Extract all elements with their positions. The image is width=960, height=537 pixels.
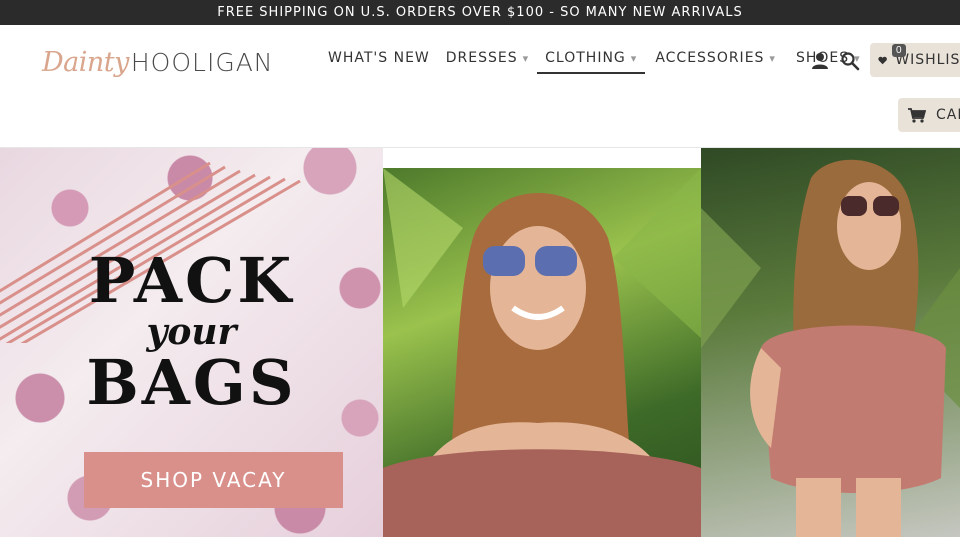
nav-label: CLOTHING: [545, 50, 626, 66]
announcement-bar: FREE SHIPPING ON U.S. ORDERS OVER $100 -…: [0, 0, 960, 25]
hero-line-your: your: [146, 311, 237, 353]
logo-script: Dainty: [42, 46, 129, 78]
hero-line-bags: BAGS: [86, 346, 297, 419]
cart-label: CART: [936, 107, 960, 123]
hero-photo-woman-romper: [701, 148, 960, 537]
model-photo: [701, 159, 960, 537]
cart-icon: [908, 107, 926, 123]
chevron-down-icon: ▾: [522, 52, 530, 65]
hero-text-panel: PACK your BAGS SHOP VACAY: [0, 148, 383, 537]
model-photo: [383, 168, 701, 537]
wishlist-count-badge: 0: [892, 44, 906, 57]
nav-item-whats-new[interactable]: WHAT'S NEW: [320, 40, 438, 74]
nav-label: WHAT'S NEW: [328, 50, 430, 66]
hero-photo-woman-smiling: [383, 168, 701, 537]
hero-banner[interactable]: PACK your BAGS SHOP VACAY: [0, 148, 960, 537]
heart-icon: [878, 56, 887, 64]
search-icon[interactable]: [840, 51, 860, 71]
hero-line-pack: PACK: [88, 244, 295, 317]
logo-wordmark: HOOLIGAN: [130, 47, 274, 77]
nav-item-dresses[interactable]: DRESSES ▾: [438, 40, 537, 74]
logo[interactable]: Dainty HOOLIGAN: [42, 39, 274, 85]
chevron-down-icon: ▾: [630, 52, 638, 65]
nav-item-clothing[interactable]: CLOTHING ▾: [537, 40, 646, 74]
site-header: Dainty HOOLIGAN WHAT'S NEW DRESSES ▾ CLOT…: [0, 25, 960, 148]
cart-button[interactable]: CART: [898, 98, 960, 132]
announcement-text: FREE SHIPPING ON U.S. ORDERS OVER $100 -…: [217, 5, 743, 20]
user-icon[interactable]: [810, 51, 830, 71]
main-nav: WHAT'S NEW DRESSES ▾ CLOTHING ▾ ACCESSORIE…: [320, 40, 869, 74]
shop-vacay-button[interactable]: SHOP VACAY: [84, 452, 343, 508]
hero-headline: PACK your BAGS: [0, 248, 383, 416]
nav-label: ACCESSORIES: [655, 50, 765, 66]
chevron-down-icon: ▾: [769, 52, 776, 65]
wishlist-button[interactable]: 0 WISHLIST: [870, 43, 960, 77]
nav-item-accessories[interactable]: ACCESSORIES ▾: [647, 40, 784, 74]
nav-label: DRESSES: [445, 50, 518, 66]
